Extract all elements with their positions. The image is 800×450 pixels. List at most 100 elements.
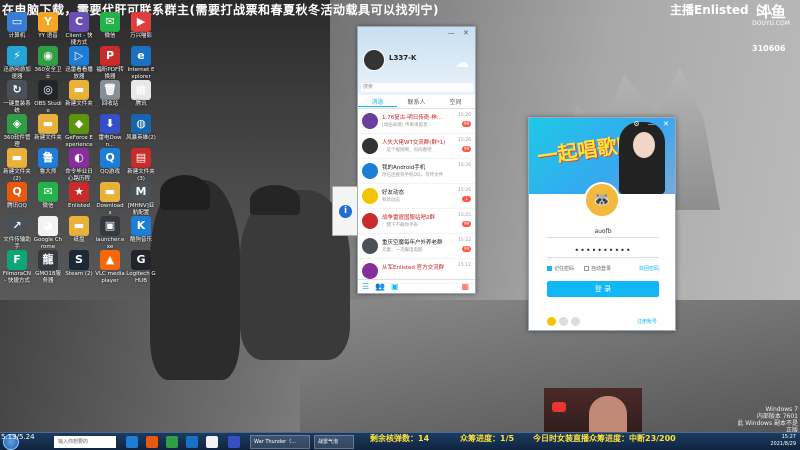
remember-password-checkbox[interactable]: 记住密码 <box>547 265 574 272</box>
account-field[interactable]: auofb <box>547 226 659 238</box>
desktop-icon[interactable]: F FilmoraCN - 快捷方式 <box>2 250 32 284</box>
desktop-icon[interactable]: P 福昕PDF转换器 <box>95 46 125 80</box>
desktop-icon[interactable]: ✉ 微信 <box>95 12 125 40</box>
login-button[interactable]: 登 录 <box>547 281 659 297</box>
desktop-icon-label: 一键重装系统 <box>3 101 31 114</box>
desktop-icon[interactable]: ↻ 一键重装系统 <box>2 80 32 114</box>
desktop-icon[interactable]: ▬ 新建文件夹 <box>33 114 63 142</box>
menu-icon[interactable]: ☰ <box>362 282 369 291</box>
desktop-icon[interactable]: ▬ 新建文件夹 <box>64 80 94 108</box>
app-icon: ★ <box>69 182 89 202</box>
taskbar-app-icon[interactable] <box>166 436 178 448</box>
desktop-icon[interactable]: ▬ Downloads <box>95 182 125 216</box>
list-item[interactable]: 重庆空魔每年户外养老群 元素：一次脚电电影 15:22 99 <box>358 234 475 259</box>
qq-main-window[interactable]: — ✕ L337-K ☁ 搜索 消息 联系人 空间 1.76复古-明日传奇-神.… <box>357 26 476 294</box>
app-icon: ▤ <box>131 148 151 168</box>
desktop-icon[interactable]: ◐ 命令毕业日心路历程 <box>64 148 94 182</box>
desktop-icon[interactable]: ◆ GeForce Experience <box>64 114 94 148</box>
taskbar-app-icon[interactable] <box>186 436 198 448</box>
tab-messages[interactable]: 消息 <box>358 97 397 107</box>
login-window-controls[interactable]: ⚙ — ✕ <box>633 120 672 128</box>
desktop-icon[interactable]: ▤ 新建文件夹(3) <box>126 148 156 182</box>
app-icon: Y <box>38 12 58 32</box>
desktop-icon[interactable]: ◕ Google Chrome <box>33 216 63 250</box>
status-icon[interactable] <box>547 317 556 326</box>
tab-space[interactable]: 空间 <box>436 97 475 106</box>
desktop-icon[interactable]: ▷ 迅雷看看播放器 <box>64 46 94 80</box>
info-popup[interactable]: i <box>332 186 358 236</box>
taskbar-clock[interactable]: 15:27 2021/8/29 <box>770 434 796 448</box>
qq-avatar[interactable] <box>363 49 385 71</box>
app-icon: S <box>69 250 89 270</box>
password-field[interactable]: •••••••••• <box>547 246 659 258</box>
desktop-icon-label: GeForce Experience <box>65 135 93 148</box>
app-icon[interactable]: ▣ <box>391 282 399 291</box>
desktop-icon-label: Google Chrome <box>33 237 63 250</box>
apps-grid-icon[interactable]: ▦ <box>461 282 469 291</box>
taskbar-app-icon[interactable] <box>126 436 138 448</box>
chat-preview: [动画表情] 传奇请留意... <box>382 123 432 128</box>
app-icon: e <box>131 46 151 66</box>
register-link[interactable]: 注册账号 <box>637 318 657 325</box>
contacts-icon[interactable]: 👥 <box>375 282 385 291</box>
app-icon: ▬ <box>100 182 120 202</box>
desktop-icon[interactable]: 龍 GMO18服务器 <box>33 250 63 284</box>
desktop-icon[interactable]: S Steam (2) <box>64 250 94 278</box>
desktop-icon[interactable]: ⬇ 雷电Down... <box>95 114 125 148</box>
auto-login-checkbox[interactable]: 自动登录 <box>584 265 611 272</box>
desktop-icon[interactable]: ◉ 360安全卫士 <box>33 46 63 80</box>
qq-search-input[interactable]: 搜索 <box>361 83 473 92</box>
desktop-icon-label: 文件传输助手 <box>3 237 31 250</box>
app-icon: 鲁 <box>38 148 58 168</box>
desktop-icon[interactable]: 🗑 回收站 <box>95 80 125 108</box>
desktop-icon[interactable]: ▬ 纸盘 <box>64 216 94 244</box>
desktop-icon[interactable]: G Logitech G HUB <box>126 250 156 284</box>
taskbar-search-input[interactable]: 输入你想要的 <box>54 436 116 448</box>
desktop-icon[interactable]: ▶ 万兴喵影 <box>126 12 156 40</box>
desktop-icon[interactable]: ◍ 风暴英雄(2) <box>126 114 156 142</box>
desktop-icon-label: 360软件管理 <box>3 135 31 148</box>
desktop-icon[interactable]: ◈ 360软件管理 <box>2 114 32 148</box>
desktop-icon[interactable]: ▭ 计算机 <box>2 12 32 40</box>
list-item[interactable]: 1.76复古-明日传奇-神... [动画表情] 传奇请留意... 15:20 99 <box>358 109 475 134</box>
desktop-icon[interactable]: K 酷狗音乐 <box>126 216 156 244</box>
desktop-icon[interactable]: Y YY 语音 <box>33 12 63 40</box>
desktop-icon[interactable]: ↗ 文件传输助手 <box>2 216 32 250</box>
desktop-icon[interactable]: Q QQ游戏 <box>95 148 125 176</box>
desktop-icon[interactable]: ▣ launcher.exe <box>95 216 125 250</box>
forgot-password-link[interactable]: 找回密码 <box>639 265 659 272</box>
taskbar-app-icon[interactable] <box>146 436 158 448</box>
taskbar-chrome-icon[interactable] <box>206 436 218 448</box>
list-item[interactable]: 我的Android手机 你已连接到手机QQ，可传文件 15:26 <box>358 159 475 184</box>
app-icon: G <box>131 250 151 270</box>
desktop-icon[interactable]: ◎ OBS Studio <box>33 80 63 114</box>
desktop-icon[interactable]: ▬ 新建文件夹(2) <box>2 148 32 182</box>
tab-contacts[interactable]: 联系人 <box>397 97 436 106</box>
desktop-icon[interactable]: M [MHNV]亚航配置 <box>126 182 156 216</box>
desktop-icon[interactable]: e Internet Explorer <box>126 46 156 80</box>
desktop-icon-label: 命令毕业日心路历程 <box>65 169 93 182</box>
desktop-icon-label: QQ游戏 <box>100 169 120 175</box>
desktop-icon[interactable]: ▲ VLC media player <box>95 250 125 284</box>
overlay-nukes: 剩余核弹数：14 <box>370 434 430 443</box>
desktop-icon[interactable]: ★ Enlisted <box>64 182 94 210</box>
qq-login-window[interactable]: 一起唱歌吧 ⚙ — ✕ 🦝 auofb •••••••••• 记住密码 自动登录… <box>528 117 676 331</box>
desktop-icon[interactable]: ✉ 微信 <box>33 182 63 210</box>
desktop-icon[interactable]: ▦ 腾讯 <box>126 80 156 108</box>
qr-icon[interactable] <box>559 317 568 326</box>
multi-account-icon[interactable] <box>571 317 580 326</box>
taskbar-app-icon[interactable] <box>228 436 240 448</box>
desktop-icon-label: OBS Studio <box>34 101 62 114</box>
taskbar-window-bubble[interactable]: 战雷气泡 <box>314 435 354 449</box>
desktop-icon[interactable]: Q 腾讯QQ <box>2 182 32 210</box>
list-item[interactable]: 好友动态 有新动态 15:26 1 <box>358 184 475 209</box>
qq-window-controls[interactable]: — ✕ <box>448 29 472 37</box>
desktop-icon-label: YY 语音 <box>38 33 58 39</box>
desktop-icon[interactable]: ⚡ 迅游网游加速器 <box>2 46 32 80</box>
desktop-icon[interactable]: C Client - 快捷方式 <box>64 12 94 46</box>
desktop-icon-label: Logitech G HUB <box>126 271 156 284</box>
taskbar-window-warthunder[interactable]: War Thunder（... <box>250 435 310 449</box>
desktop-icon[interactable]: 鲁鲁大师 <box>33 148 63 176</box>
list-item[interactable]: 人失大佬WT交流群(群*1) ：这个规则啊，问问看吧 15:26 99 <box>358 134 475 159</box>
list-item[interactable]: 战争雷霆国服站吧2群 ：我下不载你手表 15:25 99 <box>358 209 475 234</box>
